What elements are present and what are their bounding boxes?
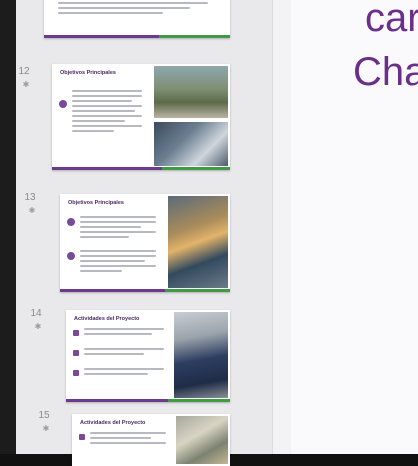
slide-photo-scientist <box>168 196 228 288</box>
slide-photo-equipment <box>176 416 228 464</box>
slide-text-lines <box>80 250 156 275</box>
slide-text-lines <box>84 348 164 358</box>
slide-title: Objetivos Principales <box>68 200 124 206</box>
accent-bar-green <box>159 35 230 38</box>
slide-text-lines <box>80 216 156 241</box>
slide-thumbnail-13[interactable]: Objetivos Principales <box>60 194 230 292</box>
accent-bar-green <box>165 289 230 292</box>
slide-title-text[interactable]: car <box>365 0 418 38</box>
bullet-icon <box>73 350 79 356</box>
slide-title: Actividades del Proyecto <box>74 316 140 322</box>
slide-number: 14 <box>30 308 42 319</box>
accent-bar-green <box>167 399 230 402</box>
slide-number: 13 <box>24 192 36 203</box>
slide-subtitle-text[interactable]: Cha <box>353 52 418 92</box>
slide-thumbnail-11[interactable] <box>44 0 230 38</box>
accent-bar-purple <box>44 35 160 38</box>
slide-thumbnail-panel[interactable]: 12 ✱ Objetivos Principales 13 ✱ Objetivo… <box>16 0 280 466</box>
bullet-icon <box>67 252 75 260</box>
accent-bar-purple <box>60 289 166 292</box>
slide-number: 12 <box>18 66 30 77</box>
slide-transition-icon: ✱ <box>34 322 42 331</box>
slide-thumbnail-14[interactable]: Actividades del Proyecto <box>66 310 230 402</box>
slide-title: Objetivos Principales <box>60 70 116 76</box>
slide-text-lines <box>90 432 166 447</box>
slide-photo-lab <box>154 122 228 166</box>
bullet-icon <box>73 330 79 336</box>
slide-text-lines <box>72 90 142 135</box>
pane-divider[interactable] <box>272 0 291 454</box>
slide-photo-building <box>154 66 228 118</box>
accent-bar-green <box>162 167 230 170</box>
slide-text-lines <box>84 328 164 338</box>
slide-text-lines <box>58 2 208 17</box>
slide-photo-technician <box>174 312 228 398</box>
slide-number: 15 <box>38 410 50 421</box>
slide-text-lines <box>84 368 164 378</box>
monitor-bezel <box>0 0 16 454</box>
slide-transition-icon: ✱ <box>28 206 36 215</box>
slide-thumbnail-12[interactable]: Objetivos Principales <box>52 64 230 170</box>
bullet-icon <box>73 370 79 376</box>
slide-editing-canvas[interactable]: car Cha <box>291 0 418 454</box>
bullet-icon <box>59 100 67 108</box>
bullet-icon <box>79 434 85 440</box>
accent-bar-purple <box>52 167 163 170</box>
slide-title: Actividades del Proyecto <box>80 420 146 426</box>
slide-thumbnail-15[interactable]: Actividades del Proyecto <box>72 414 230 466</box>
accent-bar-purple <box>66 399 168 402</box>
slide-transition-icon: ✱ <box>42 424 50 433</box>
bullet-icon <box>67 218 75 226</box>
slide-transition-icon: ✱ <box>22 80 30 89</box>
